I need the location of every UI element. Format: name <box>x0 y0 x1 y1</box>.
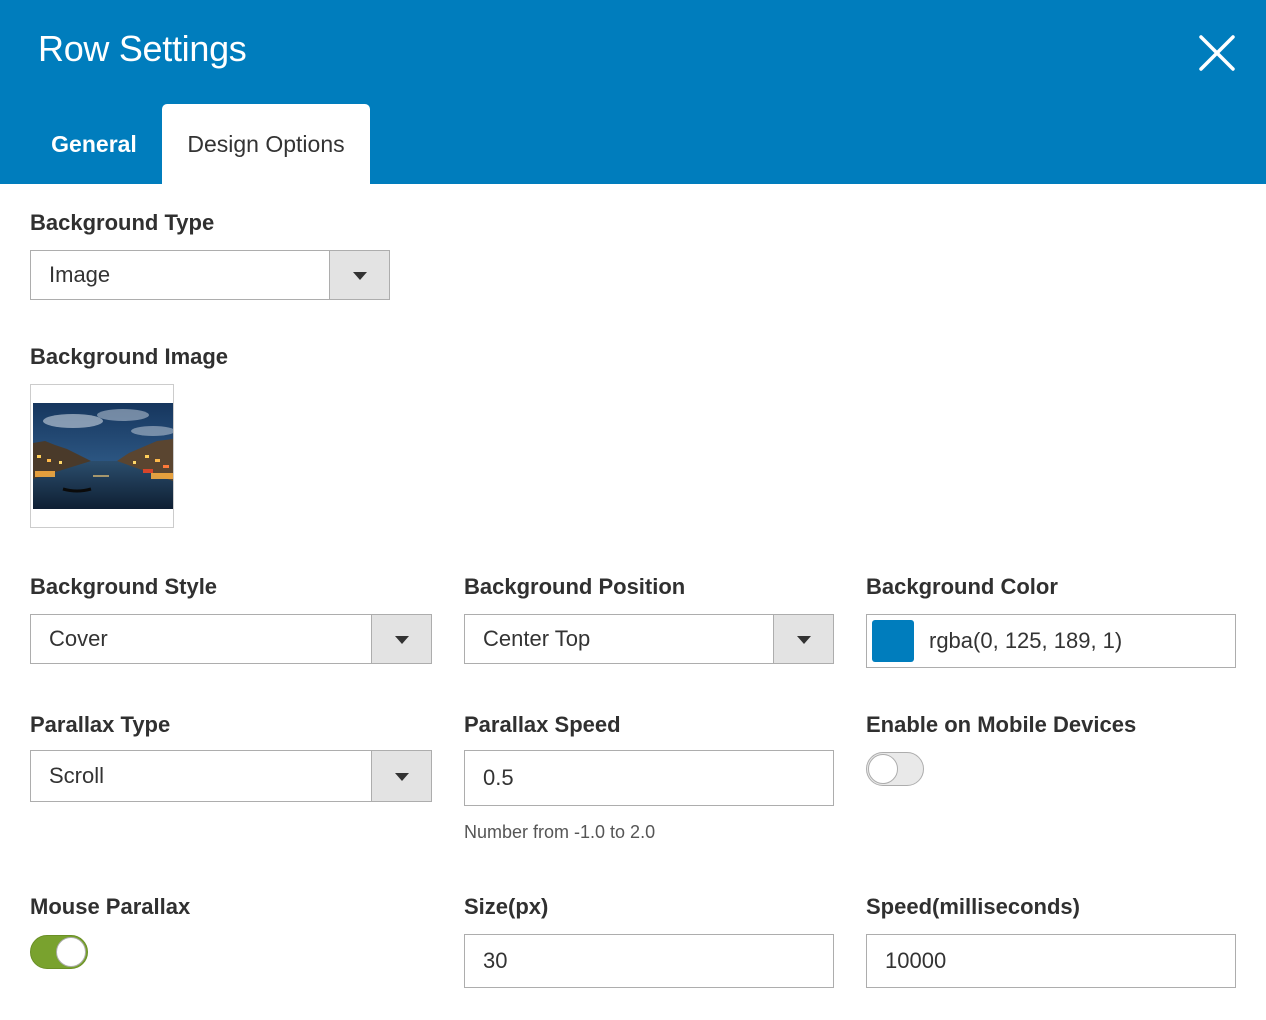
size-label: Size(px) <box>464 894 549 919</box>
background-position-select[interactable]: Center Top <box>464 614 834 664</box>
color-swatch[interactable] <box>872 620 914 662</box>
background-image-label: Background Image <box>30 344 229 369</box>
background-position-dropdown-button[interactable] <box>773 615 833 663</box>
close-icon[interactable] <box>1196 32 1238 74</box>
background-type-value: Image <box>49 262 111 287</box>
enable-mobile-toggle[interactable] <box>866 752 924 786</box>
mouse-parallax-label: Mouse Parallax <box>30 894 191 919</box>
modal-header: Row Settings General Design Options <box>0 0 1266 184</box>
parallax-speed-label: Parallax Speed <box>464 712 621 737</box>
venice-canal-image <box>33 403 173 509</box>
toggle-knob <box>868 754 898 784</box>
chevron-down-icon <box>352 272 367 280</box>
parallax-speed-hint: Number from -1.0 to 2.0 <box>464 822 656 842</box>
parallax-type-label: Parallax Type <box>30 712 171 737</box>
chevron-down-icon <box>796 636 811 644</box>
chevron-down-icon <box>394 636 409 644</box>
background-position-value: Center Top <box>483 626 591 651</box>
enable-mobile-label: Enable on Mobile Devices <box>866 712 1137 737</box>
parallax-type-select[interactable]: Scroll <box>30 750 432 802</box>
parallax-speed-input[interactable] <box>464 750 834 806</box>
tab-general[interactable]: General <box>30 104 158 184</box>
background-type-dropdown-button[interactable] <box>329 251 389 299</box>
background-style-value: Cover <box>49 626 108 651</box>
mouse-parallax-toggle[interactable] <box>30 935 88 969</box>
background-type-label: Background Type <box>30 210 215 235</box>
speed-label: Speed(milliseconds) <box>866 894 1080 919</box>
background-image-thumbnail[interactable] <box>30 384 174 528</box>
background-color-input[interactable]: rgba(0, 125, 189, 1) <box>866 614 1236 668</box>
background-style-label: Background Style <box>30 574 218 599</box>
toggle-knob <box>56 937 86 967</box>
background-color-label: Background Color <box>866 574 1058 599</box>
parallax-type-dropdown-button[interactable] <box>371 751 431 801</box>
parallax-type-value: Scroll <box>49 763 105 788</box>
background-style-select[interactable]: Cover <box>30 614 432 664</box>
modal-title: Row Settings <box>38 28 247 69</box>
chevron-down-icon <box>394 773 409 781</box>
background-type-select[interactable]: Image <box>30 250 390 300</box>
tab-design-options[interactable]: Design Options <box>162 104 370 184</box>
background-position-label: Background Position <box>464 574 686 599</box>
background-color-value: rgba(0, 125, 189, 1) <box>929 628 1123 653</box>
size-input[interactable] <box>464 934 834 988</box>
background-style-dropdown-button[interactable] <box>371 615 431 663</box>
speed-input[interactable] <box>866 934 1236 988</box>
